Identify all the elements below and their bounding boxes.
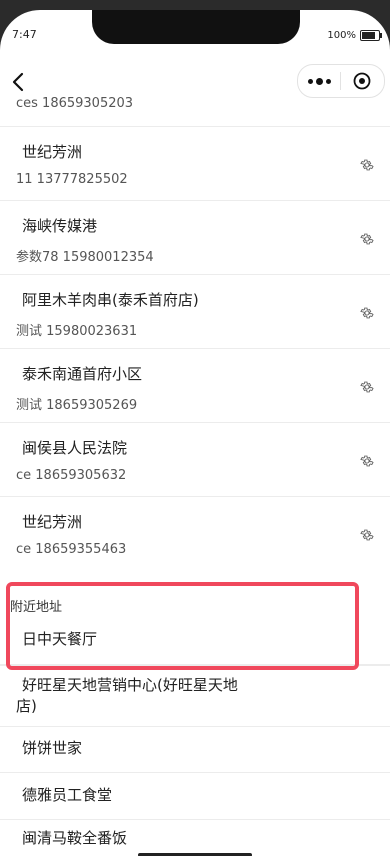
gear-icon[interactable] — [360, 528, 374, 542]
status-time: 7:47 — [12, 28, 37, 41]
address-name: 阿里木羊肉串(泰禾首府店) — [22, 291, 199, 309]
nearby-item-name: 德雅员工食堂 — [22, 786, 113, 804]
nearby-item-name-cont: 店) — [16, 697, 37, 715]
address-name: 泰禾南通首府小区 — [22, 365, 143, 383]
gear-icon[interactable] — [360, 306, 374, 320]
address-row[interactable]: 阿里木羊肉串(泰禾首府店) 测试 15980023631 — [0, 275, 390, 349]
nearby-item-name: 闽清马鞍全番饭 — [22, 829, 128, 847]
address-row[interactable]: 泰禾南通首府小区 测试 18659305269 — [0, 349, 390, 423]
nearby-item-name: 好旺星天地营销中心(好旺星天地 — [22, 676, 238, 694]
battery-icon — [360, 30, 382, 41]
gear-icon[interactable] — [360, 158, 374, 172]
nearby-item[interactable]: 好旺星天地营销中心(好旺星天地 店) — [0, 665, 390, 727]
address-name: 世纪芳洲 — [22, 143, 83, 161]
address-contact: 测试 18659305269 — [16, 398, 138, 413]
notch — [92, 10, 300, 44]
address-row[interactable]: 海峡传媒港 参数78 15980012354 — [0, 201, 390, 275]
address-contact: 11 13777825502 — [16, 172, 128, 187]
more-dot — [325, 78, 331, 84]
address-row[interactable]: 世纪芳洲 11 13777825502 — [0, 127, 390, 201]
address-contact: ces 18659305203 — [16, 96, 134, 111]
address-row[interactable]: ces 18659305203 — [0, 88, 390, 127]
more-dot — [315, 77, 323, 85]
battery-text: 100% — [327, 30, 356, 41]
address-contact: ce 18659355463 — [16, 542, 127, 557]
phone-screen: 7:47 100% ces 18659305203 世纪芳洲 11 137778… — [0, 10, 390, 856]
address-name: 闽侯县人民法院 — [22, 439, 128, 457]
nearby-item[interactable]: 德雅员工食堂 — [0, 773, 390, 820]
gear-icon[interactable] — [360, 454, 374, 468]
gear-icon[interactable] — [360, 380, 374, 394]
highlight-box — [6, 582, 359, 670]
gear-icon[interactable] — [360, 232, 374, 246]
address-name: 世纪芳洲 — [22, 513, 83, 531]
address-name: 海峡传媒港 — [22, 217, 98, 235]
status-battery: 100% — [327, 30, 382, 41]
more-button[interactable] — [298, 77, 340, 85]
nearby-item[interactable]: 闽清马鞍全番饭 — [0, 820, 390, 856]
address-row[interactable]: 闽侯县人民法院 ce 18659305632 — [0, 423, 390, 497]
address-contact: ce 18659305632 — [16, 468, 127, 483]
address-row[interactable]: 世纪芳洲 ce 18659355463 — [0, 497, 390, 570]
address-contact: 参数78 15980012354 — [16, 250, 154, 265]
more-dot — [307, 78, 313, 84]
address-contact: 测试 15980023631 — [16, 324, 138, 339]
nearby-item-name: 饼饼世家 — [22, 739, 83, 757]
nearby-item[interactable]: 饼饼世家 — [0, 726, 390, 773]
